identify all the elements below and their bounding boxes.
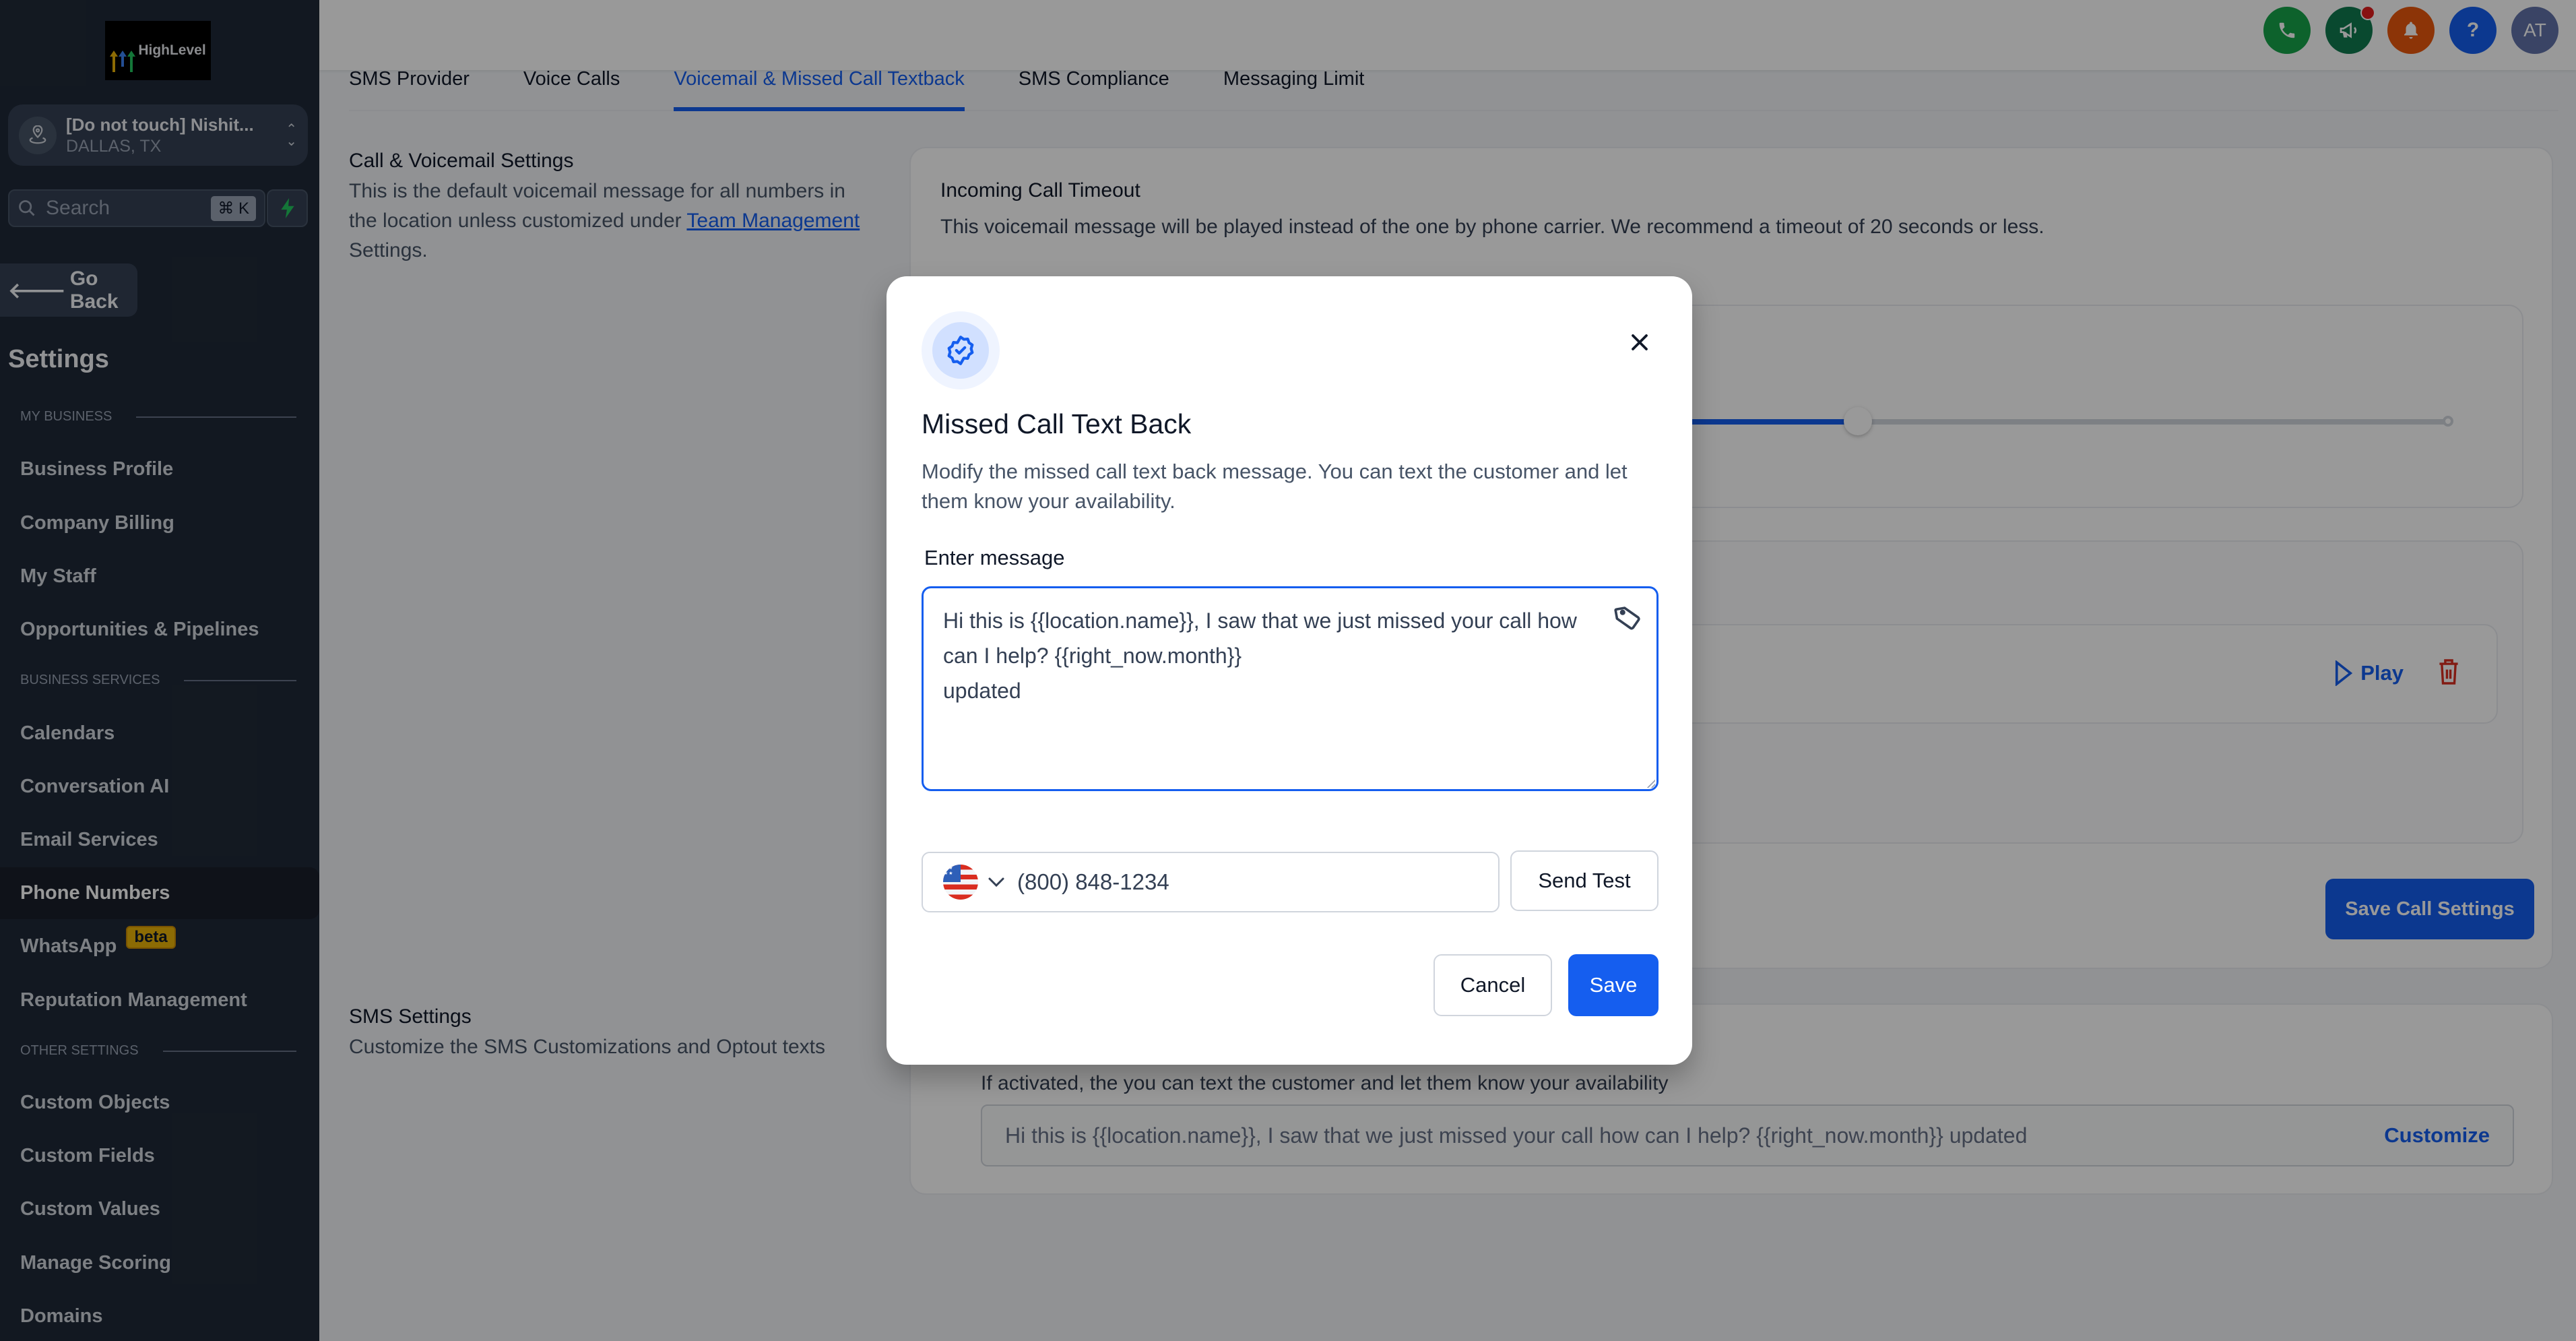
cancel-button[interactable]: Cancel <box>1434 954 1552 1016</box>
close-icon <box>1632 334 1648 350</box>
test-phone-input: ★★ ★★ <box>922 852 1500 912</box>
save-button[interactable]: Save <box>1568 954 1659 1016</box>
message-textarea-wrapper <box>922 586 1659 791</box>
send-test-button[interactable]: Send Test <box>1510 850 1659 911</box>
message-label: Enter message <box>924 546 1065 569</box>
modal-icon-badge <box>922 311 1000 389</box>
phone-number-input[interactable] <box>1017 869 1498 895</box>
custom-values-tag-button[interactable] <box>1613 603 1643 636</box>
modal-title: Missed Call Text Back <box>922 408 1192 439</box>
tag-icon <box>1614 606 1640 630</box>
chevron-down-icon[interactable] <box>988 877 1005 887</box>
verified-badge-icon <box>947 336 974 365</box>
close-button[interactable] <box>1625 328 1654 357</box>
missed-call-text-back-modal: Missed Call Text Back Modify the missed … <box>887 276 1692 1065</box>
message-textarea[interactable] <box>924 588 1656 789</box>
us-flag-icon[interactable]: ★★ ★★ <box>943 865 978 900</box>
modal-description: Modify the missed call text back message… <box>922 460 1628 513</box>
textarea-resize-handle[interactable] <box>1647 780 1655 788</box>
